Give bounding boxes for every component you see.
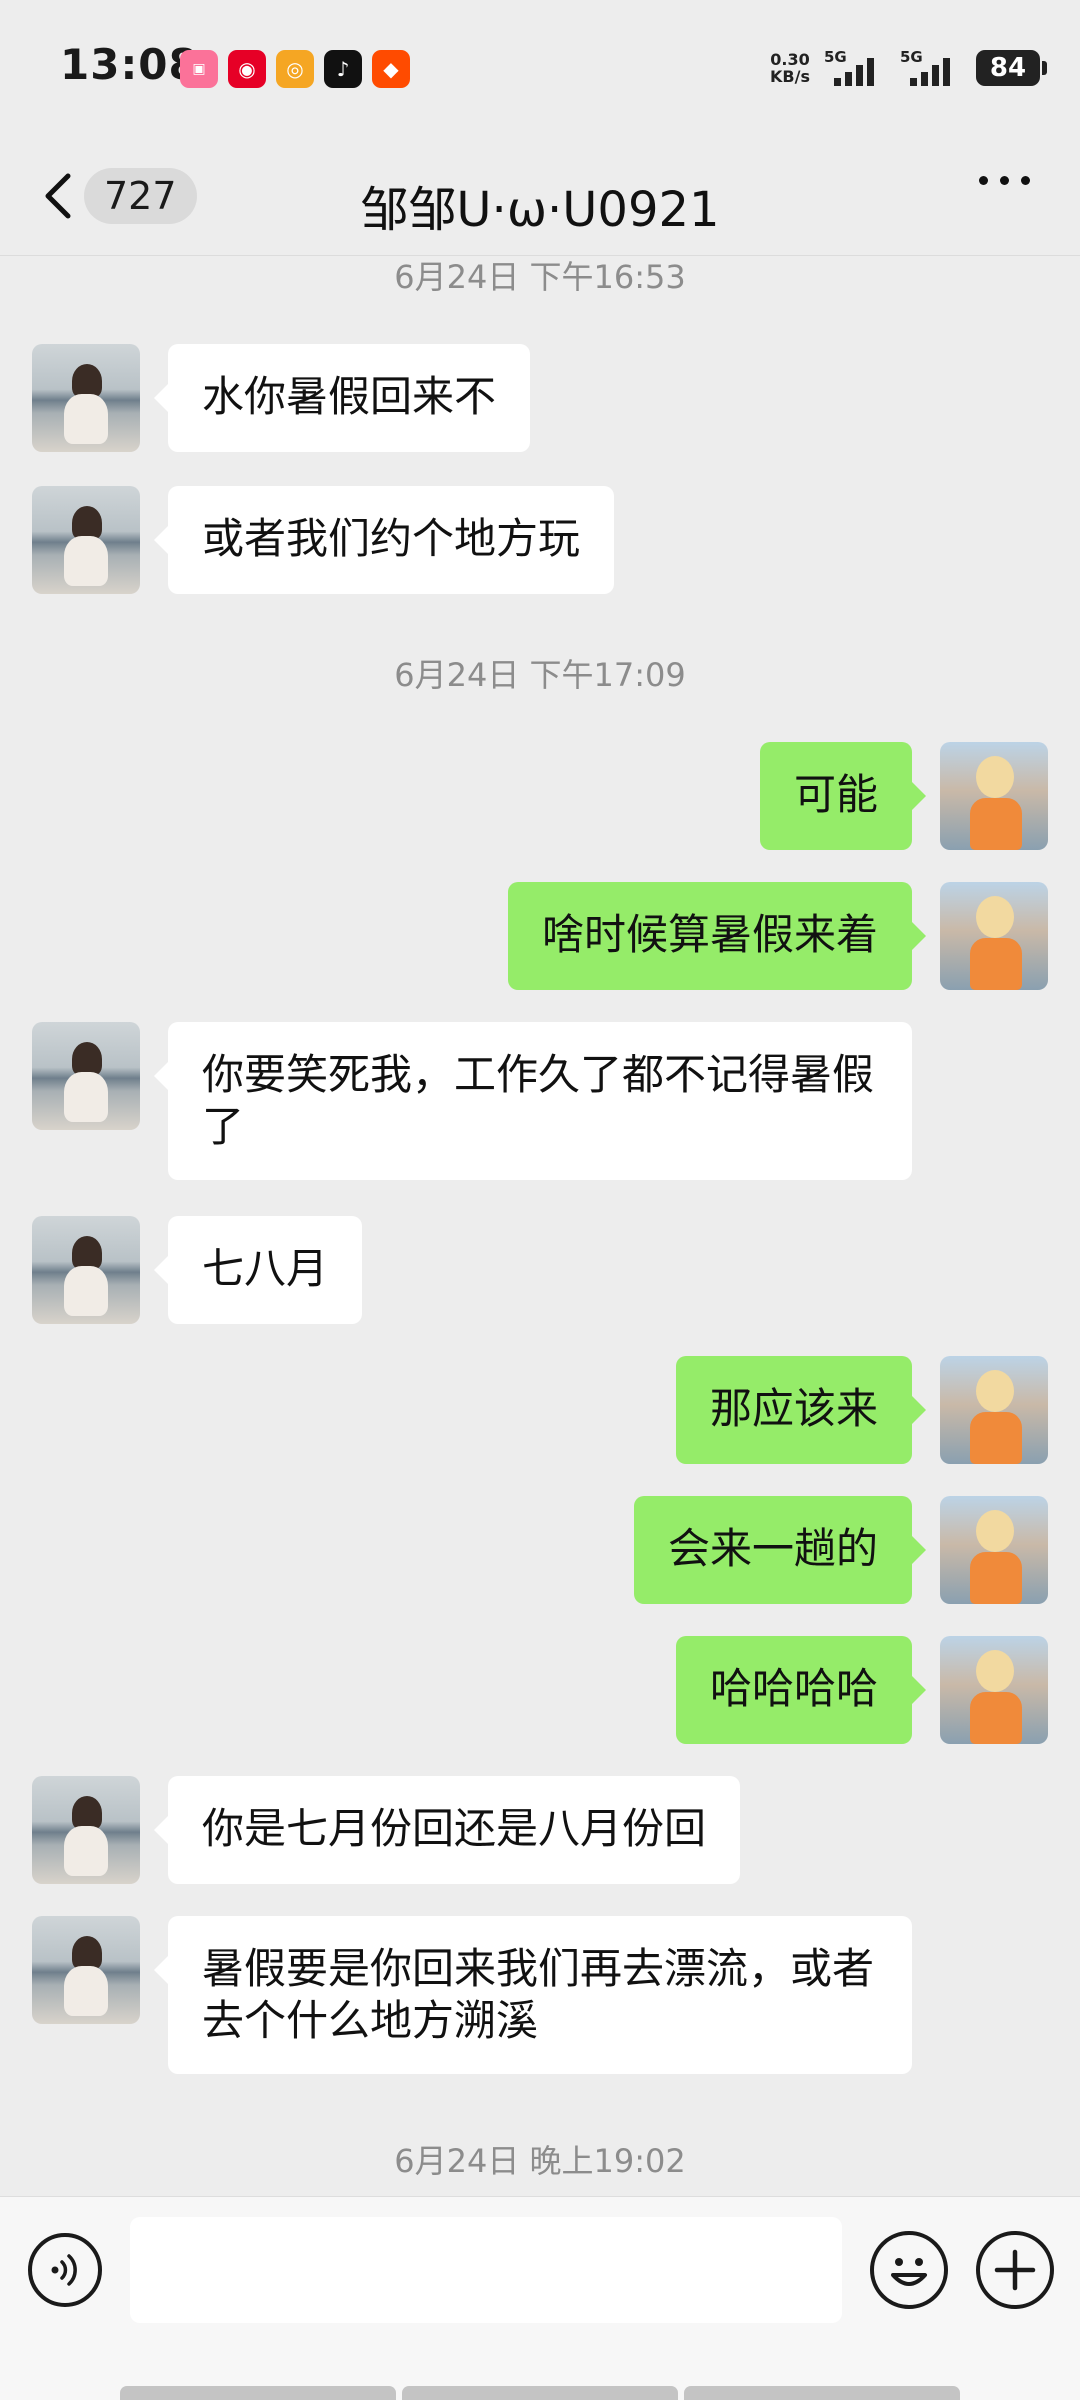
my-avatar[interactable]: [940, 1356, 1048, 1464]
my-avatar[interactable]: [940, 742, 1048, 850]
sent-message-bubble[interactable]: 那应该来: [675, 1356, 927, 1464]
my-avatar[interactable]: [940, 1636, 1048, 1744]
received-message-bubble[interactable]: 七八月: [153, 1216, 363, 1324]
dot-icon: [1000, 176, 1009, 185]
received-message-bubble[interactable]: 你是七月份回还是八月份回: [153, 1776, 741, 1884]
chat-input-bar: [0, 2196, 1080, 2400]
received-message-bubble[interactable]: 你要笑死我，工作久了都不记得暑假了: [154, 1022, 912, 1180]
voice-icon: [51, 2254, 77, 2286]
received-message-bubble[interactable]: 或者我们约个地方玩: [153, 486, 615, 594]
chat-title: 邹邹U·ω·U0921: [360, 182, 720, 238]
contact-avatar[interactable]: [32, 1776, 140, 1884]
gesture-bar[interactable]: [120, 2386, 960, 2400]
message-timestamp: 6月24日 下午16:53: [394, 258, 686, 296]
signal-bars-icon: [910, 58, 950, 86]
plus-icon: [994, 2249, 1036, 2291]
tiktok-icon: ♪: [324, 50, 362, 88]
sent-message-bubble[interactable]: 会来一趟的: [633, 1496, 927, 1604]
more-options-button[interactable]: [979, 176, 1030, 185]
signal-bars-icon: [834, 58, 874, 86]
sent-message-bubble[interactable]: 啥时候算暑假来着: [507, 882, 927, 990]
dot-icon: [979, 176, 988, 185]
sim2-signal: 5G: [900, 48, 962, 88]
weibo-icon: ◎: [276, 50, 314, 88]
sent-message-bubble[interactable]: 哈哈哈哈: [675, 1636, 927, 1744]
contact-avatar[interactable]: [32, 344, 140, 452]
chat-header: 727 邹邹U·ω·U0921: [0, 140, 1080, 256]
status-indicators: 0.30 KB/s 5G 5G 84: [770, 48, 1047, 88]
netease-music-icon: ◉: [228, 50, 266, 88]
message-timestamp: 6月24日 晚上19:02: [394, 2142, 686, 2180]
message-input[interactable]: [130, 2217, 842, 2323]
more-functions-button[interactable]: [976, 2231, 1054, 2309]
notification-app-icons: ▣ ◉ ◎ ♪ ◆: [180, 50, 410, 88]
sim1-signal: 5G: [824, 48, 886, 88]
message-timestamp: 6月24日 下午17:09: [394, 656, 686, 694]
bilibili-icon: ▣: [180, 50, 218, 88]
battery-indicator: 84: [976, 50, 1047, 86]
chat-screen: 13:08 ▣ ◉ ◎ ♪ ◆ 0.30 KB/s 5G 5G 84 727 邹…: [0, 0, 1080, 2400]
contact-avatar[interactable]: [32, 1022, 140, 1130]
received-message-bubble[interactable]: 暑假要是你回来我们再去漂流，或者去个什么地方溯溪: [154, 1916, 912, 2074]
smiley-icon: [891, 2258, 927, 2286]
dot-icon: [1021, 176, 1030, 185]
emoji-button[interactable]: [870, 2231, 948, 2309]
contact-avatar[interactable]: [32, 1916, 140, 2024]
network-speed: 0.30 KB/s: [770, 51, 810, 85]
status-bar: 13:08 ▣ ◉ ◎ ♪ ◆ 0.30 KB/s 5G 5G 84: [0, 0, 1080, 140]
network-speed-value: 0.30: [770, 50, 810, 69]
network-speed-unit: KB/s: [770, 67, 810, 86]
my-avatar[interactable]: [940, 1496, 1048, 1604]
contact-avatar[interactable]: [32, 1216, 140, 1324]
sent-message-bubble[interactable]: 可能: [759, 742, 927, 850]
status-clock: 13:08: [60, 40, 199, 89]
received-message-bubble[interactable]: 水你暑假回来不: [153, 344, 531, 452]
voice-input-button[interactable]: [28, 2233, 102, 2307]
my-avatar[interactable]: [940, 882, 1048, 990]
contact-avatar[interactable]: [32, 486, 140, 594]
taobao-icon: ◆: [372, 50, 410, 88]
